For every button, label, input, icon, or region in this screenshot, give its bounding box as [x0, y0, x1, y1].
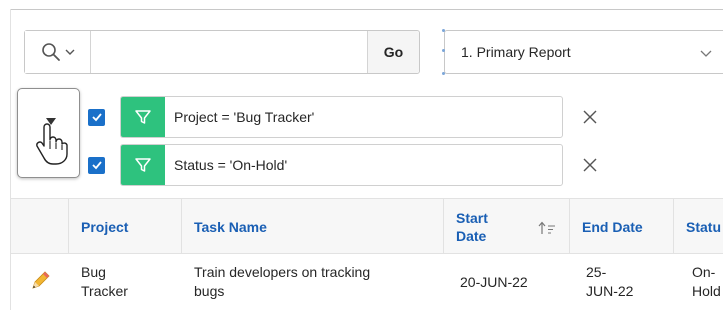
cell-project: Bug Tracker	[81, 254, 181, 310]
search-icon	[41, 43, 60, 61]
search-column-menu-button[interactable]	[25, 31, 91, 73]
cell-line: bugs	[194, 283, 225, 299]
column-header-task-name[interactable]: Task Name	[181, 199, 443, 255]
interactive-report-region: Go 1. Primary Report Project = 'Bug Trac…	[0, 0, 723, 310]
column-header-label: Task Name	[194, 219, 267, 235]
cell-task-name: Train developers on tracking bugs	[194, 254, 434, 310]
filter-label: Status = 'On-Hold'	[174, 157, 288, 173]
column-header-line: Start	[456, 210, 488, 226]
column-header-label: Project	[81, 219, 129, 235]
cell-line: JUN-22	[586, 283, 634, 299]
cell-line: 25-	[586, 264, 607, 280]
pencil-edit-icon[interactable]	[29, 270, 51, 292]
filter-enable-checkbox[interactable]	[88, 156, 105, 174]
saved-report-value: 1. Primary Report	[461, 44, 571, 60]
search-bar: Go	[24, 30, 420, 74]
toggle-filters-button[interactable]	[17, 88, 80, 178]
edit-column-header	[11, 199, 68, 255]
checkmark-icon	[91, 161, 102, 170]
filter-chip[interactable]: Status = 'On-Hold'	[120, 144, 563, 186]
search-input[interactable]	[91, 31, 367, 73]
go-button[interactable]: Go	[367, 31, 419, 73]
checkmark-icon	[91, 113, 102, 122]
remove-filter-icon[interactable]	[582, 157, 598, 173]
funnel-icon	[135, 110, 151, 124]
column-header-line: Date	[456, 228, 487, 244]
table-header: Project Task Name Start Date End Date St…	[11, 198, 723, 255]
cell-status: On- Hold	[692, 254, 723, 310]
column-header-label: End Date	[582, 219, 643, 235]
cell-line: On-	[692, 264, 716, 280]
cell-line: Bug	[81, 264, 106, 280]
hand-pointer-cursor-icon	[36, 123, 68, 165]
cell-line: 20-JUN-22	[460, 273, 528, 290]
column-header-start-date[interactable]: Start Date	[443, 199, 569, 255]
focus-marker	[442, 29, 445, 32]
filter-enable-checkbox[interactable]	[88, 108, 105, 126]
cell-line: Tracker	[81, 283, 128, 299]
filter-funnel-badge	[121, 145, 165, 185]
filter-row	[88, 96, 105, 138]
funnel-icon	[135, 158, 151, 172]
cell-line: Hold	[692, 283, 721, 299]
saved-report-select[interactable]: 1. Primary Report	[444, 30, 723, 74]
column-header-label: Statu	[686, 219, 721, 235]
column-header-end-date[interactable]: End Date	[569, 199, 673, 255]
filter-row	[88, 144, 105, 186]
focus-marker	[442, 49, 445, 52]
sort-ascending-icon	[538, 221, 555, 234]
chevron-down-icon	[65, 49, 74, 55]
remove-filter-icon[interactable]	[582, 109, 598, 125]
filter-chip[interactable]: Project = 'Bug Tracker'	[120, 96, 563, 138]
column-header-label: Start Date	[456, 209, 488, 245]
chevron-down-icon	[700, 50, 712, 57]
focus-marker	[442, 72, 445, 75]
column-header-status[interactable]: Statu	[673, 199, 723, 255]
filter-funnel-badge	[121, 97, 165, 137]
filter-label: Project = 'Bug Tracker'	[174, 109, 315, 125]
column-header-project[interactable]: Project	[68, 199, 181, 255]
cell-end-date: 25- JUN-22	[586, 254, 666, 310]
region-top-border	[10, 9, 723, 10]
cell-start-date: 20-JUN-22	[460, 254, 565, 310]
table-row: Bug Tracker Train developers on tracking…	[11, 254, 723, 310]
cell-line: Train developers on tracking	[194, 264, 371, 280]
